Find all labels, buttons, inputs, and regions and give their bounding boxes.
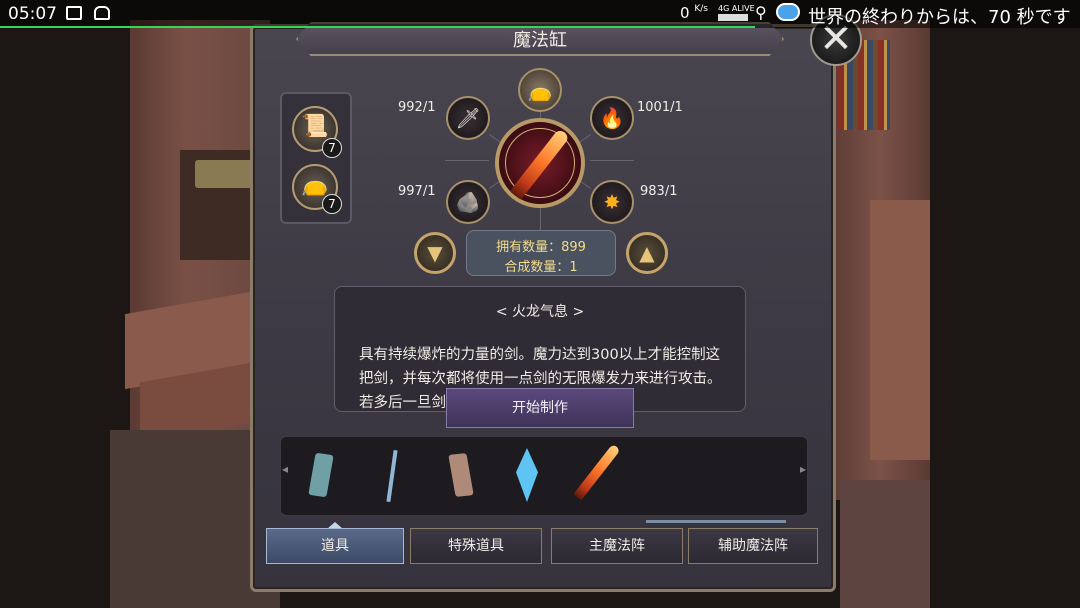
increase-quantity-button[interactable]: ▲ [626, 232, 668, 274]
connector-line [540, 208, 541, 230]
material-item[interactable] [372, 446, 412, 506]
crystal-shard-icon: 🔥 [599, 106, 625, 130]
tab-special-items[interactable]: 特殊道具 [410, 528, 542, 564]
ice-wand-icon [386, 449, 398, 503]
tab-main-magic-circle[interactable]: 主魔法阵 [551, 528, 683, 564]
craft-count: 合成数量：1 [504, 260, 578, 275]
ingredient-slot-top[interactable]: 👝 [518, 68, 562, 112]
material-item[interactable] [440, 446, 480, 506]
dialog-title: 魔法缸 [513, 30, 567, 51]
usb-icon: ⚲ [755, 3, 767, 22]
ingredient-slot-1[interactable]: 🗡 [446, 96, 490, 140]
bell-notification-icon [94, 6, 110, 20]
countdown-notification: 世界の終わりからは、70 秒です [808, 7, 1071, 28]
inventory-count: 7 [322, 138, 342, 158]
chat-bubble-icon [776, 3, 800, 21]
craft-result-slot[interactable] [495, 118, 585, 208]
background-floor-right [840, 480, 930, 608]
item-name: < 火龙气息 > [495, 304, 585, 320]
image-notification-icon [66, 6, 82, 20]
scroll-right-icon[interactable]: ▸ [800, 462, 806, 476]
background-desk [195, 160, 255, 188]
connector-line [590, 160, 634, 161]
ingredient-requirement: 983/1 [640, 184, 678, 199]
background-pillar-right [870, 200, 930, 460]
connector-line [445, 160, 489, 161]
material-item[interactable] [573, 443, 621, 506]
tab-items[interactable]: 道具 [266, 528, 404, 564]
clock: 05:07 [8, 4, 57, 24]
ingredient-requirement: 997/1 [398, 184, 436, 199]
ingredient-slot-2[interactable]: 🔥 [590, 96, 634, 140]
inventory-count: 7 [322, 194, 342, 214]
blue-crystal-icon [516, 448, 538, 502]
ingredient-requirement: 1001/1 [637, 100, 683, 115]
countdown-progress-bar [0, 26, 755, 28]
chevron-up-icon: ▲ [639, 241, 655, 265]
blue-shard-icon [308, 452, 334, 498]
network-type-indicator: 4G ALIVE [718, 5, 755, 21]
start-crafting-button[interactable]: 开始制作 [446, 388, 634, 428]
material-item[interactable] [302, 446, 342, 506]
sword-material-icon: 🗡 [455, 106, 481, 130]
fire-ore-icon: ✸ [603, 190, 621, 214]
pouch-icon: 👝 [527, 78, 553, 102]
scroll-book-icon: 📜 [301, 114, 329, 139]
decrease-quantity-button[interactable]: ▼ [414, 232, 456, 274]
owned-count: 拥有数量：899 [496, 240, 586, 255]
dark-stone-icon: 🪨 [455, 190, 481, 214]
network-speed: 0 K/s [680, 4, 708, 22]
scroll-left-icon[interactable]: ◂ [282, 462, 288, 476]
tab-auxiliary-magic-circle[interactable]: 辅助魔法阵 [688, 528, 818, 564]
fire-sword-icon [573, 443, 621, 501]
stone-fragment-icon [448, 453, 474, 497]
ingredient-slot-4[interactable]: ✸ [590, 180, 634, 224]
chevron-down-icon: ▼ [427, 241, 443, 265]
ingredient-slot-3[interactable]: 🪨 [446, 180, 490, 224]
materials-scrollbar[interactable] [646, 520, 786, 523]
material-item[interactable] [508, 446, 548, 506]
system-status-bar: 05:07 0 K/s 4G ALIVE ⚲ 世界の終わりからは、70 秒です [0, 0, 1080, 28]
ingredient-requirement: 992/1 [398, 100, 436, 115]
